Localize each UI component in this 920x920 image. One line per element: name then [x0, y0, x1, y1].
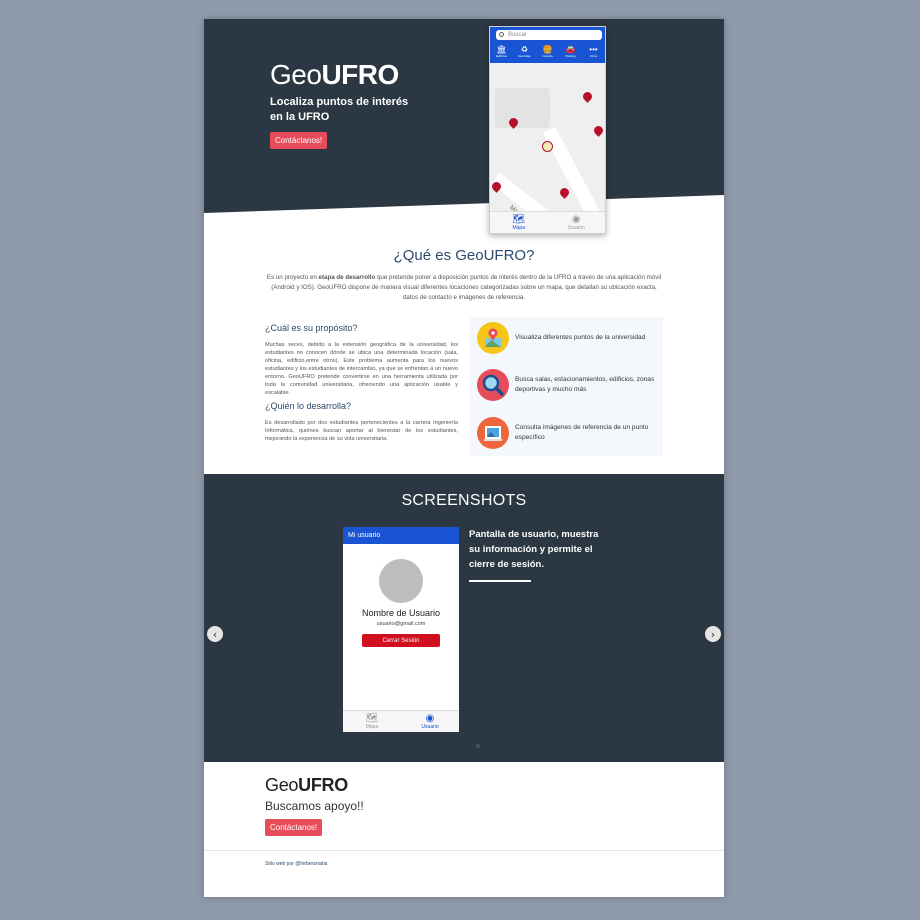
nav-label: Usuario [421, 724, 439, 730]
developer-text: Es desarrollado por dos estudiantes pert… [265, 420, 458, 442]
feature-text: Busca salas, estacionamientos, edificios… [515, 376, 655, 393]
hero-brand-light: Geo [270, 59, 322, 90]
user-phone-mockup: Mi usuario Nombre de Usuario usuario@gma… [343, 527, 459, 732]
screenshots-title: SCREENSHOTS [401, 492, 527, 509]
map-icon: 🗺 [512, 214, 526, 225]
category-edificios[interactable]: 🏛 Edificios [492, 45, 512, 58]
purpose-text: Muchas veces, debido a la extensión geog… [265, 342, 458, 396]
category-comida[interactable]: 🍔 Comida [538, 45, 558, 58]
avatar [379, 559, 423, 603]
hero-contact-button[interactable]: Contáctanos! [270, 132, 328, 149]
category-otros[interactable]: ••• Otros [584, 45, 604, 58]
phone-bottom-nav: 🗺 Mapa ◉ Usuario [343, 710, 459, 732]
picture-icon [477, 417, 509, 449]
map-building [495, 88, 550, 128]
search-placeholder: Buscar [508, 32, 527, 38]
map-road [542, 126, 605, 213]
map-pin-icon [477, 322, 509, 354]
footer-contact-button[interactable]: Contáctanos! [265, 819, 323, 836]
footer-subtitle: Buscamos apoyo!! [265, 799, 364, 813]
hero-brand-bold: UFRO [321, 59, 399, 90]
map-pin-icon[interactable] [558, 186, 571, 199]
phone-search-input[interactable]: Buscar [496, 30, 602, 40]
phone-bottom-nav: 🗺 Mapa ◉ Usuario [490, 211, 605, 233]
category-bar: 🏛 Edificios ♻ Reciclaje 🍔 Comida 🚘 Parking •… [490, 45, 605, 58]
phone-header: Buscar 🏛 Edificios ♻ Reciclaje 🍔 Comida 🚘 Pa… [490, 27, 605, 63]
feature-text: Consulta imágenes de referencia de un pu… [515, 424, 649, 441]
map-view[interactable]: Montevideo [490, 63, 605, 213]
about-title: ¿Qué es GeoUFRO? [393, 247, 535, 264]
magnifier-icon [477, 369, 509, 401]
about-description: Es un proyecto en etapa de desarrollo qu… [264, 273, 664, 303]
screenshot-caption: Pantalla de usuario, muestra su informac… [469, 529, 599, 570]
nav-tab-map[interactable]: 🗺 Mapa [343, 711, 401, 732]
user-name: Nombre de Usuario [361, 608, 441, 618]
features-panel: Visualiza diferentes puntos de la univer… [470, 317, 663, 456]
map-phone-mockup: Buscar 🏛 Edificios ♻ Reciclaje 🍔 Comida 🚘 Pa… [489, 26, 606, 234]
purpose-title: ¿Cuál es su propósito? [265, 323, 358, 333]
feature-text: Visualiza diferentes puntos de la univer… [515, 334, 646, 341]
car-icon: 🚘 [565, 45, 576, 54]
carousel-next-button[interactable]: › [705, 626, 721, 642]
map-pin-icon[interactable] [581, 90, 594, 103]
credits-link[interactable]: Sitio web por @heberarratia [265, 861, 327, 867]
category-reciclaje[interactable]: ♻ Reciclaje [515, 45, 535, 58]
map-icon: 🗺 [365, 713, 379, 724]
feature-item: Busca salas, estacionamientos, edificios… [475, 369, 663, 403]
landing-page: GeoUFRO Localiza puntos de interés en la… [204, 19, 724, 897]
desc-bold: etapa de desarrollo [318, 274, 376, 281]
footer-brand-bold: UFRO [298, 775, 348, 795]
current-location-icon [542, 141, 553, 152]
phone-header-title: Mi usuario [343, 527, 459, 544]
category-label: Reciclaje [518, 54, 531, 58]
nav-label: Mapa [365, 724, 379, 730]
food-icon: 🍔 [542, 45, 553, 54]
map-pin-icon[interactable] [592, 124, 605, 137]
recycle-icon: ♻ [520, 45, 529, 54]
footer-divider [204, 850, 724, 851]
category-label: Comida [542, 54, 553, 58]
desc-text: Es un proyecto en [266, 274, 319, 281]
carousel-prev-button[interactable]: ‹ [207, 626, 223, 642]
carousel-indicator[interactable] [476, 744, 480, 748]
developer-title: ¿Quién lo desarrolla? [265, 401, 352, 411]
hero-brand: GeoUFRO [270, 59, 399, 91]
user-email: usuario@gmail.com [376, 621, 426, 627]
nav-label: Mapa [512, 225, 525, 231]
search-icon [499, 32, 504, 37]
nav-tab-user[interactable]: ◉ Usuario [401, 711, 459, 732]
category-parking[interactable]: 🚘 Parking [561, 45, 581, 58]
footer-brand-light: Geo [265, 775, 299, 795]
logout-button[interactable]: Cerrar Sesión [362, 634, 440, 647]
nav-tab-user[interactable]: ◉ Usuario [548, 212, 606, 233]
screenshots-section: SCREENSHOTS Mi usuario Nombre de Usuario… [204, 474, 724, 762]
nav-tab-map[interactable]: 🗺 Mapa [490, 212, 548, 233]
category-label: Parking [565, 54, 576, 58]
user-icon: ◉ [571, 214, 581, 225]
feature-item: Visualiza diferentes puntos de la univer… [475, 322, 663, 356]
footer-brand: GeoUFRO [265, 775, 348, 796]
user-icon: ◉ [425, 713, 435, 724]
more-icon: ••• [589, 45, 598, 54]
bank-icon: 🏛 [496, 45, 507, 54]
category-label: Otros [589, 54, 598, 58]
feature-item: Consulta imágenes de referencia de un pu… [475, 417, 663, 451]
hero-tagline: Localiza puntos de interés en la UFRO [270, 96, 409, 123]
nav-label: Usuario [567, 225, 585, 231]
category-label: Edificios [495, 54, 508, 58]
caption-underline [469, 580, 531, 582]
